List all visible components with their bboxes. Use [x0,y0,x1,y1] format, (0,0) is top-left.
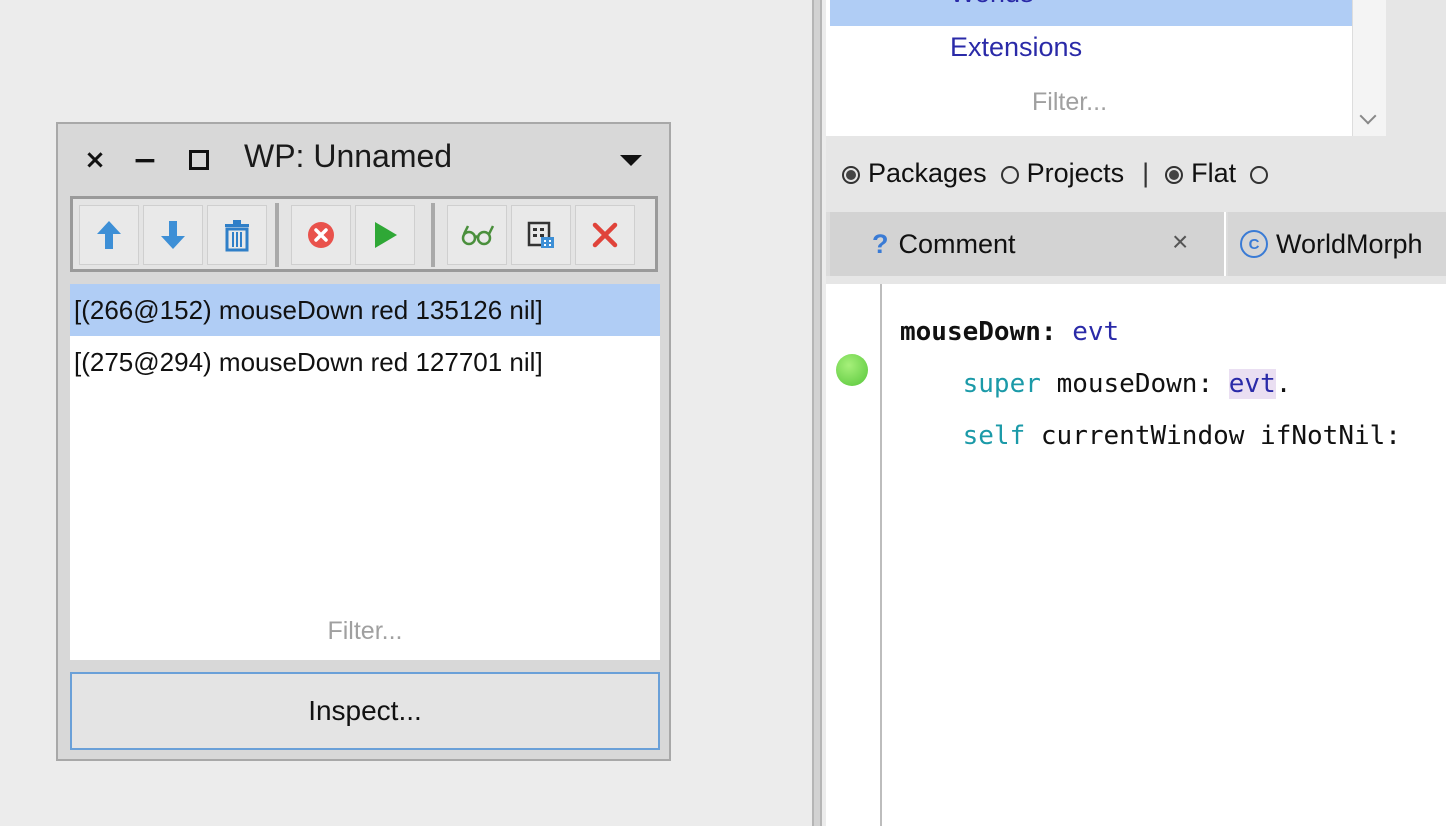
breakpoint-icon[interactable] [836,354,868,386]
window-menu-icon[interactable] [620,155,642,166]
packages-radio-label: Packages [868,157,987,188]
editor-tab-bar: ? Comment × C WorldMorph [826,212,1446,276]
playback-group [291,205,415,265]
delete-event-button[interactable] [207,205,267,265]
arrow-down-icon [161,221,185,249]
code-message: mouseDown: [1056,369,1214,399]
tab-comment[interactable]: ? Comment × [830,212,1226,276]
tab-worldmorph-label: WorldMorph [1276,228,1423,259]
close-icon[interactable]: × [80,142,110,178]
inspect-event-button[interactable] [447,205,507,265]
projects-radio-label: Projects [1026,157,1125,188]
inspect-group [447,205,635,265]
toolbar-separator [275,203,279,267]
pane-splitter[interactable] [812,0,822,826]
flat-radio-label: Flat [1191,157,1237,188]
editor-gutter [826,284,882,826]
panel-background [1386,0,1446,136]
code-editor[interactable]: mouseDown: evt super mouseDown: evt. sel… [826,284,1446,826]
browse-button[interactable] [511,205,571,265]
arrow-up-icon [97,221,121,249]
radio-unselected-icon [1000,166,1019,184]
tab-worldmorph[interactable]: C WorldMorph [1228,212,1446,276]
code-message: currentWindow ifNotNil: [1040,421,1401,451]
delete-icon [592,222,618,248]
tab-comment-label: Comment [898,228,1016,259]
play-button[interactable] [355,205,415,265]
method-source[interactable]: mouseDown: evt super mouseDown: evt. sel… [900,306,1401,462]
event-filter-input[interactable]: Filter... [70,617,660,646]
view-options-bar: Packages Projects | Flat [826,136,1446,210]
desktop: × − WP: Unnamed [(266@152) mouseDown red… [0,0,1446,826]
remove-button[interactable] [575,205,635,265]
code-keyword: super [962,369,1041,399]
package-list-scrollbar[interactable] [1352,0,1386,136]
toolbar-separator [431,203,435,267]
event-list[interactable]: [(266@152) mouseDown red 135126 nil] [(2… [70,284,660,660]
code-period: . [1275,369,1292,399]
move-group [79,205,267,265]
question-icon: ? [872,228,889,259]
glasses-icon [461,225,494,246]
play-icon [375,222,397,248]
code-selector: mouseDown: [900,317,1057,347]
move-up-button[interactable] [79,205,139,265]
window-title: WP: Unnamed [244,138,453,174]
recorder-toolbar [70,196,658,272]
close-icon[interactable]: × [1172,226,1188,258]
hierarchy-radio[interactable] [1250,164,1276,184]
inspect-button[interactable]: Inspect... [70,672,660,750]
code-keyword: self [962,421,1026,451]
stop-button[interactable] [291,205,351,265]
move-down-button[interactable] [143,205,203,265]
maximize-icon[interactable] [182,142,216,178]
system-browser: Worlds Extensions Filter... Packages Pro… [826,0,1446,826]
code-argument: evt [1072,317,1120,347]
chevron-down-icon[interactable] [1359,107,1377,125]
grid-icon [527,221,554,248]
package-list[interactable]: Worlds Extensions Filter... [826,0,1386,136]
radio-selected-icon [842,166,860,184]
package-filter-input[interactable]: Filter... [1032,88,1107,117]
window-titlebar[interactable]: × − WP: Unnamed [58,124,669,196]
code-highlighted-variable: evt [1228,369,1276,399]
packages-radio[interactable]: Packages [842,158,987,189]
minimize-icon[interactable]: − [128,142,162,178]
radio-selected-icon [1165,166,1184,184]
stop-icon [308,222,334,248]
class-icon: C [1240,230,1268,258]
flat-radio[interactable]: Flat [1165,158,1236,189]
list-item-selected[interactable]: Worlds [830,0,1352,26]
package-item-label: Worlds [950,0,1034,9]
options-separator: | [1142,157,1150,188]
package-item-extensions[interactable]: Extensions [950,32,1082,63]
list-item[interactable]: [(275@294) mouseDown red 127701 nil] [70,336,660,388]
radio-unselected-icon [1250,166,1269,184]
projects-radio[interactable]: Projects [1000,157,1125,189]
list-item[interactable]: [(266@152) mouseDown red 135126 nil] [70,284,660,336]
trash-icon [225,220,249,252]
recorder-window: × − WP: Unnamed [(266@152) mouseDown red… [56,122,671,761]
